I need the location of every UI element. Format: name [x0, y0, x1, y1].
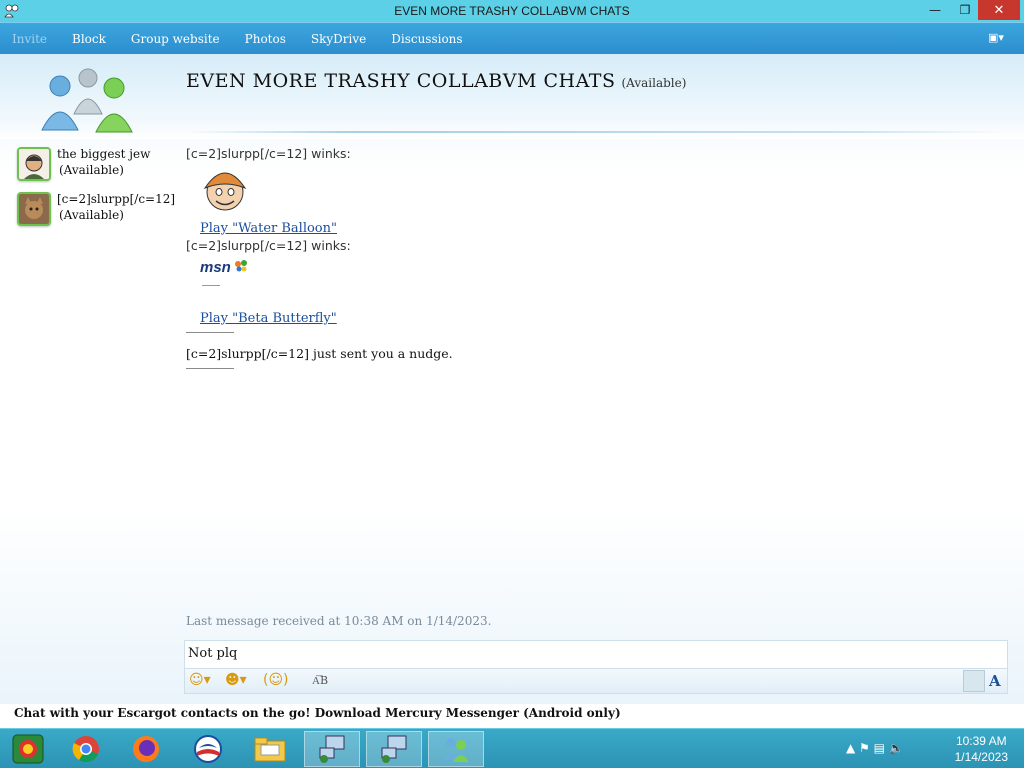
message-input[interactable]: Not plq: [184, 640, 1008, 668]
group-buddies-icon: [41, 68, 133, 133]
chrome-icon: [72, 736, 99, 763]
menu-photos[interactable]: Photos: [245, 32, 286, 46]
minimize-button[interactable]: —: [920, 0, 950, 20]
nudge-button[interactable]: (☺): [263, 672, 289, 692]
emoticon-button[interactable]: ☺▾: [189, 672, 211, 692]
wink-message: [c=2]slurpp[/c=12] winks:: [186, 146, 351, 161]
menu-group-website[interactable]: Group website: [131, 32, 220, 46]
participant-name: the biggest jew: [57, 147, 151, 161]
taskbar-file-explorer[interactable]: [242, 731, 298, 767]
maximize-button[interactable]: ❐: [950, 0, 980, 20]
messenger-app-icon[interactable]: [4, 3, 20, 19]
wink-message: [c=2]slurpp[/c=12] winks:: [186, 238, 351, 253]
person-avatar-icon: [19, 149, 49, 179]
taskbar-network-app-2[interactable]: [366, 731, 422, 767]
avatar[interactable]: [17, 147, 51, 181]
msn-butterfly-wink[interactable]: msn: [200, 259, 260, 295]
water-balloon-wink-icon[interactable]: [200, 164, 250, 214]
menu-block[interactable]: Block: [72, 32, 106, 46]
participant-1[interactable]: the biggest jew (Available): [17, 147, 187, 181]
network-computer-icon: [319, 735, 345, 763]
taskbar-messenger[interactable]: [428, 731, 484, 767]
system-tray-icons[interactable]: ▲ ⚑ ▤ 🔈: [846, 741, 904, 755]
messenger-buddies-icon: [443, 738, 469, 762]
menu-discussions[interactable]: Discussions: [391, 32, 462, 46]
wink-button[interactable]: ☻▾: [225, 672, 247, 692]
header-divider: [186, 131, 1006, 133]
conversation-title-text: EVEN MORE TRASHY COLLABVM CHATS: [186, 70, 616, 92]
start-orb-icon: [12, 734, 44, 764]
participant-name: [c=2]slurpp[/c=12]: [57, 192, 176, 206]
message-separator: [186, 368, 234, 369]
message-separator: [186, 332, 234, 333]
play-beta-butterfly-link[interactable]: Play "Beta Butterfly": [200, 311, 337, 326]
obama-logo-icon: [194, 735, 222, 763]
conversation-title: EVEN MORE TRASHY COLLABVM CHATS (Availabl…: [186, 70, 686, 92]
folder-icon: [254, 737, 286, 762]
clock-time: 10:39 AM: [955, 734, 1007, 748]
last-message-status: Last message received at 10:38 AM on 1/1…: [186, 614, 492, 628]
avatar[interactable]: [17, 192, 51, 226]
msn-logo: msn: [200, 259, 231, 276]
start-button[interactable]: [0, 731, 56, 767]
input-toolbar: ☺▾ ☻▾ (☺) A͞B A: [184, 668, 1008, 694]
options-menu-icon[interactable]: ▣▾: [988, 31, 1014, 47]
participant-status: (Available): [59, 208, 124, 222]
taskbar-chrome[interactable]: [58, 731, 114, 767]
taskbar-firefox[interactable]: [118, 731, 174, 767]
conversation-area: EVEN MORE TRASHY COLLABVM CHATS (Availabl…: [0, 54, 1024, 720]
cat-avatar-icon: [19, 194, 49, 224]
menu-invite[interactable]: Invite: [12, 32, 47, 46]
participant-2[interactable]: [c=2]slurpp[/c=12] (Available): [17, 192, 187, 226]
title-bar: EVEN MORE TRASHY COLLABVM CHATS — ❐ ✕: [0, 0, 1024, 22]
taskbar: ▲ ⚑ ▤ 🔈 10:39 AM 1/14/2023: [0, 728, 1024, 768]
clock-date: 1/14/2023: [954, 750, 1008, 764]
firefox-icon: [133, 736, 159, 762]
taskbar-browser[interactable]: [180, 731, 236, 767]
menu-bar: Invite Block Group website Photos SkyDri…: [0, 22, 1024, 54]
window-title: EVEN MORE TRASHY COLLABVM CHATS: [394, 4, 630, 18]
menu-skydrive[interactable]: SkyDrive: [311, 32, 366, 46]
font-button[interactable]: A: [989, 672, 1001, 692]
butterfly-icon: [235, 260, 247, 272]
taskbar-network-app-1[interactable]: [304, 731, 360, 767]
header-background: [0, 54, 1024, 139]
nudge-message: [c=2]slurpp[/c=12] just sent you a nudge…: [186, 346, 453, 361]
network-computer-icon: [381, 735, 407, 763]
play-water-balloon-link[interactable]: Play "Water Balloon": [200, 221, 337, 236]
participant-status: (Available): [59, 163, 124, 177]
taskbar-clock[interactable]: 10:39 AM 1/14/2023: [955, 733, 1008, 765]
ad-banner-link[interactable]: Chat with your Escargot contacts on the …: [14, 706, 621, 720]
conversation-status: (Available): [621, 76, 687, 90]
wink-caption-line: [202, 285, 220, 286]
handwriting-pen-icon[interactable]: [963, 670, 985, 692]
spell-check-button[interactable]: A͞B: [312, 674, 328, 694]
close-button[interactable]: ✕: [978, 0, 1020, 20]
